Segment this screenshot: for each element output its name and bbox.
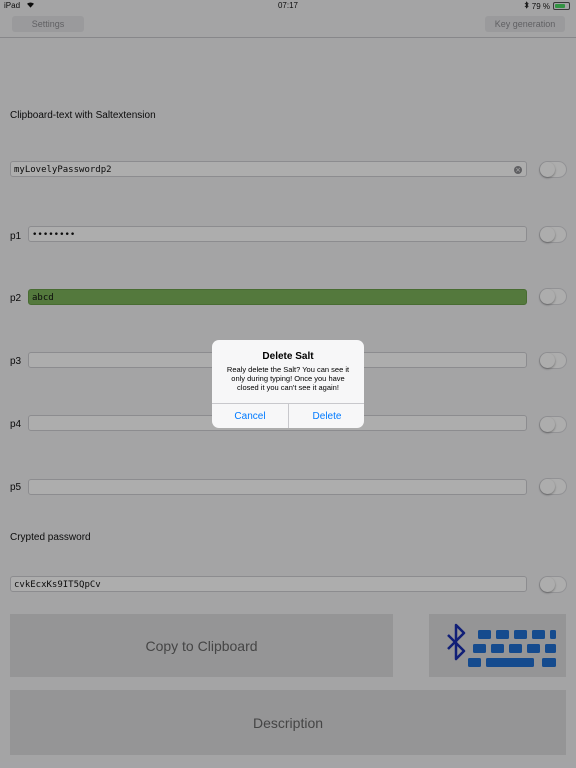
alert-title: Delete Salt <box>262 351 314 362</box>
alert-message: Realy delete the Salt? You can see it on… <box>226 365 350 392</box>
delete-button[interactable]: Delete <box>289 404 364 428</box>
cancel-button[interactable]: Cancel <box>212 404 288 428</box>
delete-salt-alert: Delete Salt Realy delete the Salt? You c… <box>212 340 364 428</box>
